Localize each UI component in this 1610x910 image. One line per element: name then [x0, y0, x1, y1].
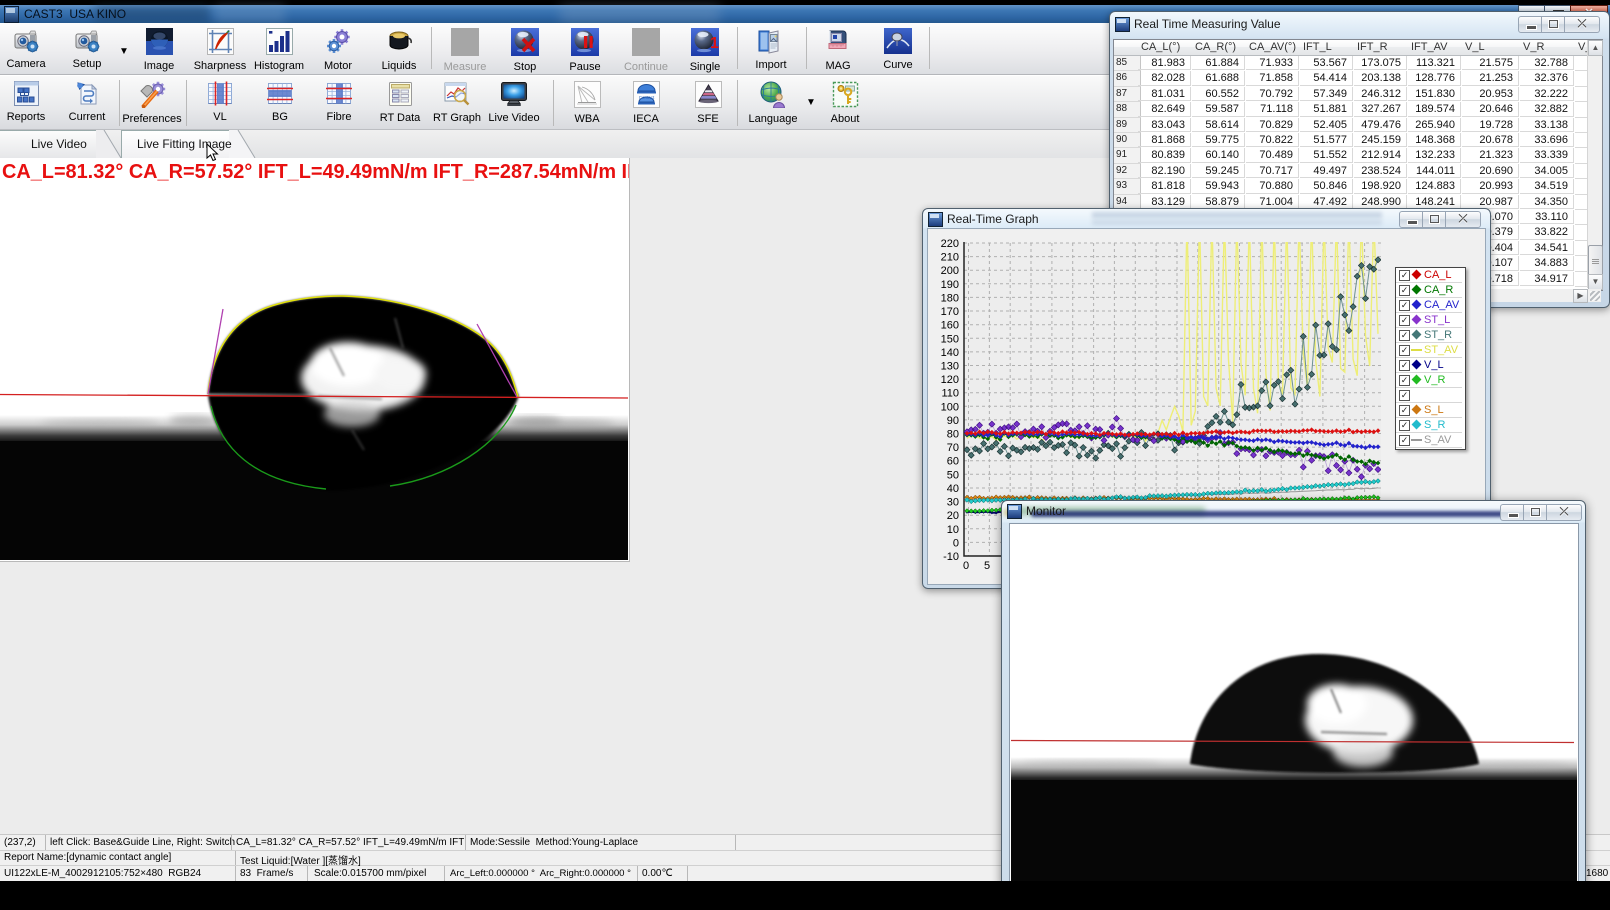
svg-text:0: 0	[953, 537, 959, 549]
svg-text:110: 110	[941, 388, 959, 400]
svg-text:20: 20	[947, 510, 959, 522]
svg-text:80: 80	[947, 429, 959, 441]
svg-text:60: 60	[947, 456, 959, 468]
svg-text:-10: -10	[943, 551, 959, 563]
svg-text:180: 180	[941, 292, 959, 304]
svg-text:200: 200	[941, 265, 959, 277]
svg-text:50: 50	[947, 469, 959, 481]
svg-text:140: 140	[941, 347, 959, 359]
svg-text:150: 150	[941, 333, 959, 345]
svg-text:210: 210	[941, 252, 959, 264]
svg-text:90: 90	[947, 415, 959, 427]
svg-text:220: 220	[941, 238, 959, 250]
svg-text:70: 70	[947, 442, 959, 454]
svg-text:190: 190	[941, 279, 959, 291]
svg-text:10: 10	[947, 524, 959, 536]
svg-text:170: 170	[941, 306, 959, 318]
svg-text:120: 120	[941, 374, 959, 386]
svg-text:5: 5	[984, 560, 990, 572]
svg-text:100: 100	[941, 401, 959, 413]
svg-text:0: 0	[963, 560, 969, 572]
svg-text:130: 130	[941, 361, 959, 373]
svg-text:160: 160	[941, 320, 959, 332]
svg-text:30: 30	[947, 497, 959, 509]
svg-text:40: 40	[947, 483, 959, 495]
